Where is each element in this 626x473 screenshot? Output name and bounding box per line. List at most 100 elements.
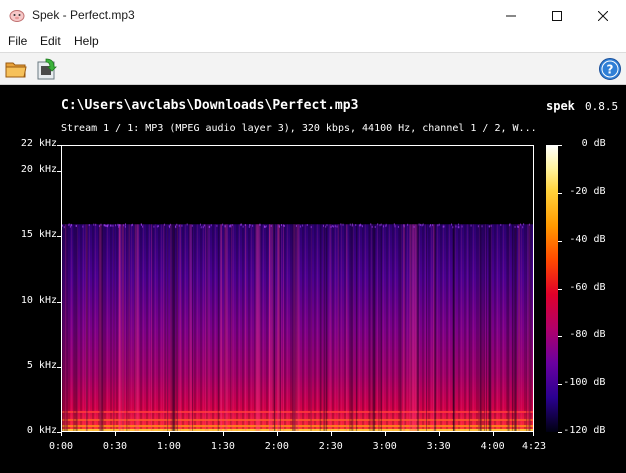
cutoff-speckle — [299, 225, 301, 228]
cutoff-speckle — [131, 223, 133, 226]
x-tick-mark — [331, 432, 332, 436]
spectral-streak — [345, 224, 347, 431]
cutoff-speckle — [153, 225, 155, 228]
spectral-streak — [220, 224, 223, 431]
menu-edit[interactable]: Edit — [40, 34, 61, 48]
spectral-streak — [245, 224, 247, 431]
spectral-streak — [402, 224, 405, 431]
x-tick-label: 1:30 — [210, 441, 235, 452]
cutoff-speckle — [88, 224, 90, 227]
db-tick-label: -100 dB — [563, 377, 606, 389]
cutoff-speckle — [336, 225, 338, 228]
x-tick-mark — [61, 432, 62, 436]
spectral-streak — [277, 224, 280, 431]
y-tick-mark — [57, 236, 61, 237]
spectrogram-content — [62, 223, 533, 431]
spectral-streak — [65, 224, 68, 431]
cutoff-speckle — [422, 223, 424, 226]
cutoff-speckle — [393, 223, 395, 226]
y-tick-mark — [57, 302, 61, 303]
y-tick-label: 5 kHz — [26, 359, 57, 371]
menu-file[interactable]: File — [8, 34, 27, 48]
spectral-streak — [126, 224, 128, 431]
cutoff-speckle — [457, 226, 459, 229]
spectral-streak — [380, 224, 382, 431]
title-bar[interactable]: Spek - Perfect.mp3 — [0, 0, 626, 32]
x-tick-label: 2:30 — [318, 441, 343, 452]
cutoff-speckle — [98, 225, 100, 228]
spectral-streak — [269, 224, 271, 431]
folder-open-icon — [5, 62, 27, 78]
menu-help[interactable]: Help — [74, 34, 99, 48]
cutoff-speckle — [334, 225, 336, 228]
db-tick-mark — [558, 193, 562, 194]
y-tick-mark — [57, 171, 61, 172]
spectral-streak — [518, 224, 521, 431]
cutoff-speckle — [224, 225, 226, 228]
spectral-streak — [274, 224, 276, 431]
spectral-streak — [151, 224, 153, 431]
cutoff-speckle — [523, 223, 525, 226]
cutoff-speckle — [385, 223, 387, 226]
cutoff-speckle — [340, 223, 342, 226]
cutoff-speckle — [156, 225, 158, 228]
db-tick-mark — [558, 336, 562, 337]
cutoff-speckle — [186, 223, 188, 226]
spectral-streak — [369, 224, 371, 431]
cutoff-speckle — [397, 225, 399, 228]
open-file-button[interactable] — [4, 57, 28, 81]
cutoff-speckle — [93, 223, 95, 226]
y-tick-mark — [57, 367, 61, 368]
cutoff-speckle — [95, 223, 97, 226]
cutoff-speckle — [264, 226, 266, 229]
cutoff-speckle — [140, 223, 142, 226]
spectral-streak — [426, 224, 428, 431]
window-title: Spek - Perfect.mp3 — [32, 8, 135, 22]
app-name-label: spek — [546, 99, 575, 113]
spectral-streak — [171, 224, 174, 431]
cutoff-speckle — [191, 224, 193, 227]
close-button[interactable] — [580, 0, 626, 31]
cutoff-speckle — [342, 223, 344, 226]
x-tick-label: 3:00 — [372, 441, 397, 452]
spectral-streak — [180, 224, 182, 431]
help-button[interactable]: ? — [598, 57, 622, 81]
cutoff-speckle — [202, 226, 204, 229]
spectral-streak — [113, 224, 115, 431]
cutoff-speckle — [420, 223, 422, 226]
spectral-streak — [349, 224, 351, 431]
maximize-button[interactable] — [534, 0, 580, 31]
x-tick-label: 1:00 — [156, 441, 181, 452]
cutoff-speckle — [306, 223, 308, 226]
minimize-button[interactable] — [488, 0, 534, 31]
cutoff-speckle — [176, 223, 178, 226]
spectral-streak — [73, 224, 75, 431]
y-tick-label: 10 kHz — [20, 294, 57, 306]
spectral-streak — [207, 224, 209, 431]
cutoff-speckle — [157, 225, 159, 228]
spectral-streak — [511, 224, 513, 431]
cutoff-speckle — [514, 225, 516, 228]
spectral-streak — [170, 224, 172, 431]
x-tick-mark — [493, 432, 494, 436]
cutoff-speckle — [380, 223, 382, 226]
cutoff-speckle — [231, 224, 233, 227]
maximize-icon — [552, 10, 562, 21]
cutoff-speckle — [370, 223, 372, 226]
toolbar: ? — [0, 52, 626, 85]
spectral-streak — [417, 224, 420, 431]
cutoff-speckle — [522, 226, 524, 229]
y-tick-mark — [57, 145, 61, 146]
spectral-streak — [101, 224, 103, 431]
cutoff-speckle — [331, 225, 333, 228]
cutoff-speckle — [169, 226, 171, 229]
cutoff-speckle — [124, 223, 126, 226]
cutoff-speckle — [104, 224, 106, 227]
save-image-button[interactable] — [34, 57, 58, 81]
spectral-streak — [484, 224, 486, 431]
spectrogram-panel: C:\Users\avclabs\Downloads\Perfect.mp3 s… — [0, 85, 626, 473]
spectrogram-plot[interactable] — [61, 145, 534, 432]
x-tick-label: 2:00 — [264, 441, 289, 452]
spectral-streak — [192, 224, 194, 431]
cutoff-speckle — [200, 226, 202, 229]
